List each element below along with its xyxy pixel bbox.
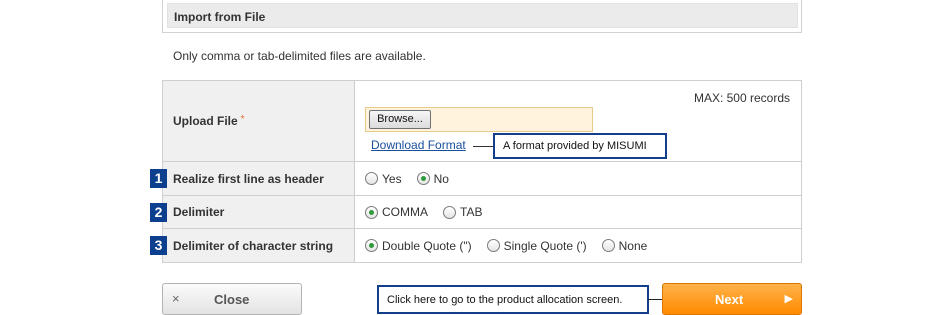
radio-single-quote[interactable]: Single Quote (') bbox=[486, 238, 587, 253]
arrow-right-icon: ▶ bbox=[784, 293, 793, 305]
callout-leader-line bbox=[473, 146, 495, 147]
radio-header-no[interactable]: No bbox=[416, 171, 449, 186]
radio-button-selected-icon[interactable] bbox=[365, 205, 378, 219]
radio-label: COMMA bbox=[382, 205, 428, 219]
radio-header-yes[interactable]: Yes bbox=[365, 172, 402, 186]
delimiter-row: Delimiter COMMA TAB bbox=[162, 195, 802, 229]
radio-button-selected-icon[interactable] bbox=[365, 239, 378, 252]
string-delimiter-cell: Double Quote (") Single Quote (') None bbox=[354, 228, 802, 263]
browse-button[interactable]: Browse... bbox=[369, 110, 431, 129]
radio-button-icon[interactable] bbox=[365, 172, 378, 185]
download-format-link[interactable]: Download Format bbox=[371, 138, 466, 152]
header-option-label: Realize first line as header bbox=[162, 161, 355, 196]
radio-none[interactable]: None bbox=[601, 238, 648, 253]
string-delimiter-row: Delimiter of character string Double Quo… bbox=[162, 228, 802, 263]
required-mark: * bbox=[240, 114, 245, 125]
max-records-note: MAX: 500 records bbox=[693, 91, 790, 105]
delimiter-cell: COMMA TAB bbox=[354, 195, 802, 229]
radio-label: Yes bbox=[382, 171, 402, 186]
close-label: Close bbox=[214, 292, 250, 307]
upload-file-label: Upload File bbox=[173, 114, 238, 128]
header-option-cell: Yes No bbox=[354, 161, 802, 196]
radio-button-icon[interactable] bbox=[443, 205, 456, 219]
step-badge-3: 3 bbox=[150, 236, 167, 255]
radio-label: Single Quote (') bbox=[503, 238, 587, 253]
next-callout: Click here to go to the product allocati… bbox=[377, 285, 649, 314]
delimiter-radio-group: COMMA TAB bbox=[365, 205, 801, 219]
header-radio-group: Yes No bbox=[365, 172, 801, 186]
string-delimiter-label: Delimiter of character string bbox=[162, 228, 355, 263]
radio-label: TAB bbox=[460, 205, 483, 219]
radio-delimiter-comma[interactable]: COMMA bbox=[365, 205, 428, 219]
close-icon: × bbox=[172, 291, 180, 306]
radio-button-icon[interactable] bbox=[601, 239, 615, 252]
step-badge-2: 2 bbox=[150, 203, 167, 222]
section-title: Import from File bbox=[174, 10, 266, 24]
radio-label: None bbox=[618, 238, 648, 253]
radio-button-selected-icon[interactable] bbox=[416, 172, 430, 185]
header-option-row: Realize first line as header Yes No bbox=[162, 161, 802, 196]
upload-label-cell: Upload File * bbox=[162, 80, 355, 162]
section-header: Import from File bbox=[167, 3, 798, 28]
import-form-table: Upload File * MAX: 500 records Browse... … bbox=[162, 80, 802, 263]
radio-delimiter-tab[interactable]: TAB bbox=[443, 205, 482, 219]
radio-label: Double Quote (") bbox=[382, 238, 472, 253]
radio-button-icon[interactable] bbox=[486, 239, 500, 252]
string-delimiter-radio-group: Double Quote (") Single Quote (') None bbox=[365, 239, 801, 253]
next-button[interactable]: Next ▶ bbox=[662, 283, 802, 315]
import-section-panel: Import from File bbox=[162, 0, 802, 33]
file-type-notice: Only comma or tab-delimited files are av… bbox=[173, 49, 426, 63]
step-badge-1: 1 bbox=[150, 169, 167, 188]
next-label: Next bbox=[715, 292, 744, 307]
delimiter-label: Delimiter bbox=[162, 195, 355, 229]
radio-label: No bbox=[433, 171, 449, 186]
upload-row: Upload File * MAX: 500 records Browse... … bbox=[162, 80, 802, 162]
radio-double-quote[interactable]: Double Quote (") bbox=[365, 239, 472, 253]
format-callout: A format provided by MISUMI bbox=[493, 133, 667, 159]
file-input-field[interactable]: Browse... bbox=[365, 107, 593, 132]
close-button[interactable]: × Close bbox=[162, 283, 302, 315]
